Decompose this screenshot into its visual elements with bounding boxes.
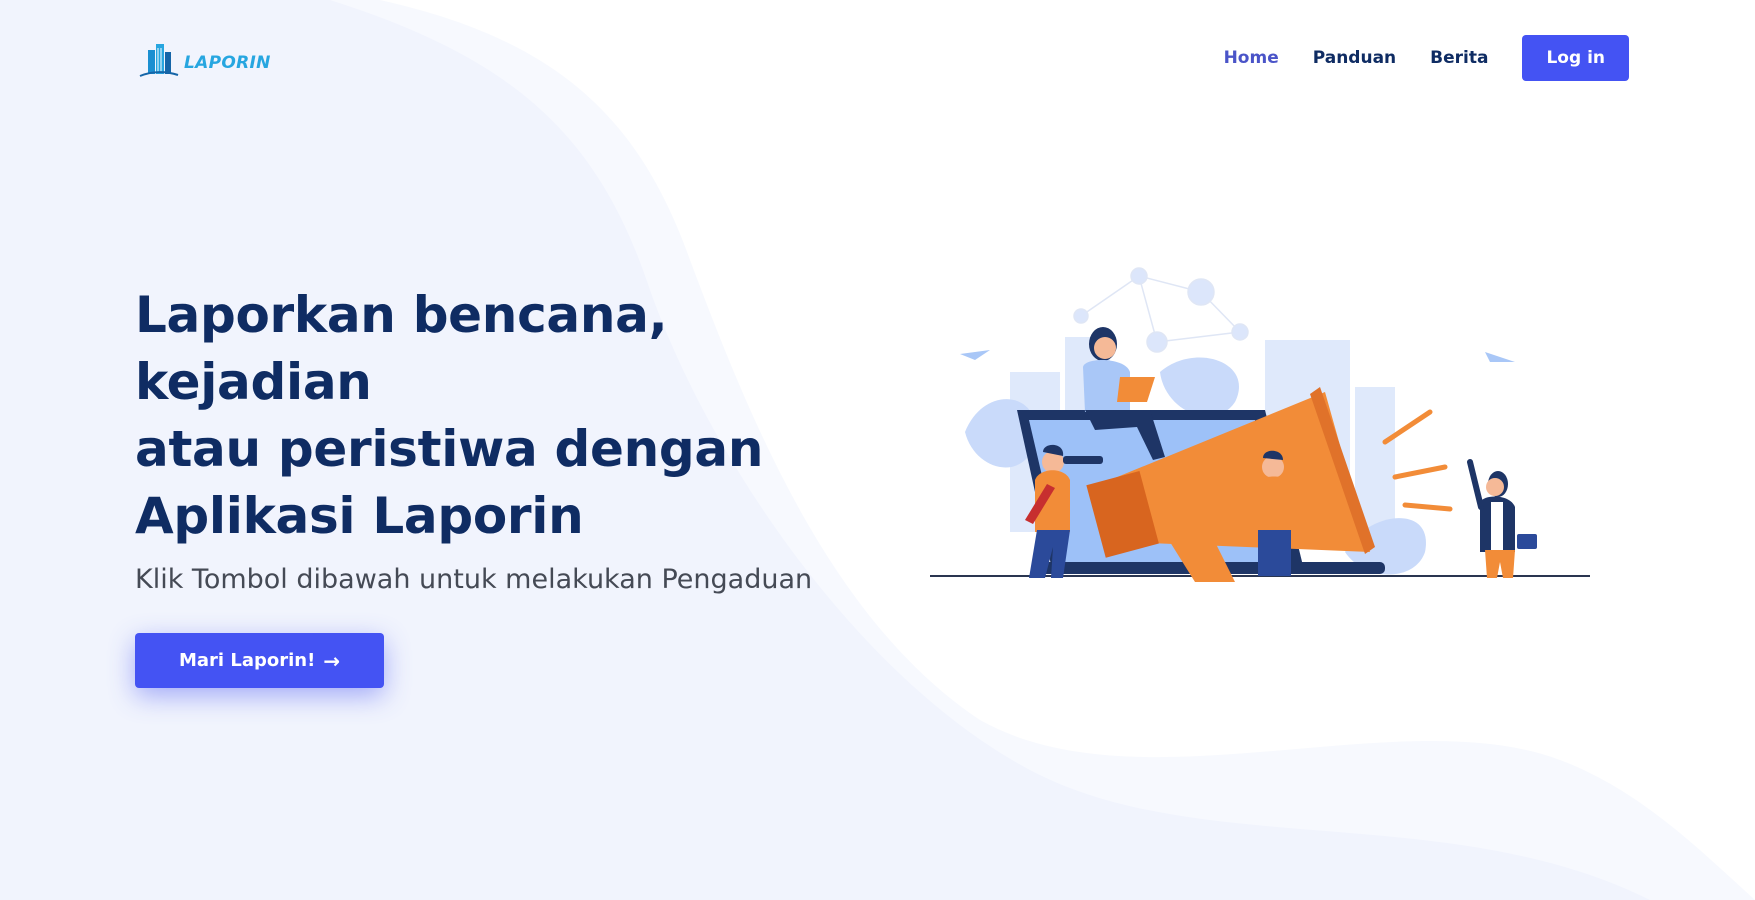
logo-text: LAPORIN: [184, 53, 271, 73]
nav-home-link[interactable]: Home: [1224, 48, 1279, 68]
nav-panduan-link[interactable]: Panduan: [1313, 48, 1396, 68]
hero-title-line: atau peristiwa dengan: [135, 420, 764, 478]
top-navbar: LAPORIN Home Panduan Berita Log in: [0, 0, 1755, 120]
building-logo-icon: [139, 44, 179, 77]
arrow-right-icon: →: [323, 648, 341, 673]
paper-plane-icon: [1485, 352, 1515, 362]
login-button[interactable]: Log in: [1522, 35, 1629, 81]
mari-laporin-button[interactable]: Mari Laporin! →: [135, 633, 385, 688]
hero-title: Laporkan bencana, kejadian atau peristiw…: [135, 282, 895, 550]
hero-title-line: Laporkan bencana, kejadian: [135, 286, 668, 411]
main-nav: Home Panduan Berita Log in: [1224, 35, 1629, 81]
logo[interactable]: LAPORIN: [138, 38, 271, 80]
hero-section: Laporkan bencana, kejadian atau peristiw…: [135, 282, 895, 688]
nav-berita-link[interactable]: Berita: [1430, 48, 1488, 68]
cta-label: Mari Laporin!: [179, 650, 316, 671]
landing-page: LAPORIN Home Panduan Berita Log in Lapor…: [0, 0, 1755, 900]
hero-subtitle: Klik Tombol dibawah untuk melakukan Peng…: [135, 564, 813, 595]
megaphone-illustration: [930, 267, 1590, 582]
woman-with-bag: [1467, 459, 1537, 578]
paper-plane-icon: [960, 350, 990, 360]
hero-title-line: Aplikasi Laporin: [135, 487, 584, 545]
